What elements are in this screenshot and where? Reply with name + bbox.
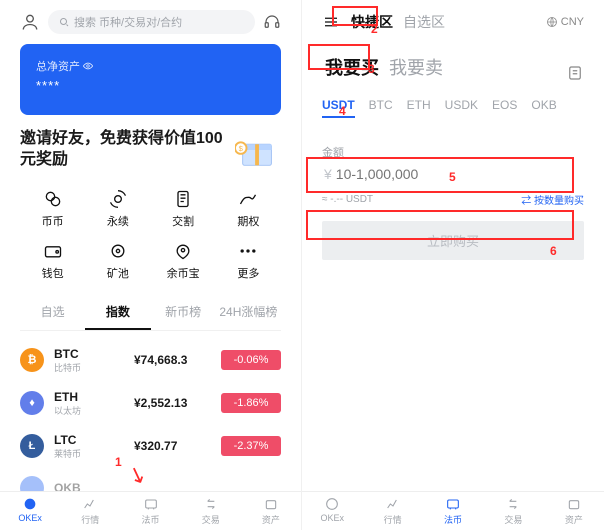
buy-now-button[interactable]: 立即购买 — [322, 221, 584, 260]
tab-index[interactable]: 指数 — [85, 295, 150, 330]
nav-okex[interactable]: OKEx — [302, 496, 362, 526]
left-topbar: 搜索 币种/交易对/合约 — [20, 10, 281, 34]
pct-badge: -2.37% — [221, 436, 281, 456]
tab-buy[interactable]: 我要买 — [322, 52, 382, 82]
eth-icon: ♦ — [20, 391, 44, 415]
nav-assets[interactable]: 资产 — [544, 496, 604, 526]
bottom-nav-left: OKEx 行情 法币 交易 资产 — [0, 491, 301, 530]
pct-badge: -1.86% — [221, 393, 281, 413]
ctab-eth[interactable]: ETH — [407, 98, 431, 118]
grid-perp[interactable]: 永续 — [85, 183, 150, 235]
nav-market[interactable]: 行情 — [60, 496, 120, 526]
buy-by-qty-link[interactable]: ⇄ 按数量购买 — [521, 192, 584, 207]
menu-icon[interactable] — [322, 13, 340, 31]
search-placeholder: 搜索 币种/交易对/合约 — [74, 14, 182, 30]
nav-fiat[interactable]: 法币 — [120, 496, 180, 526]
coin-row-eth[interactable]: ♦ ETH以太坊 ¥2,552.13 -1.86% — [20, 382, 281, 425]
grid-bibi[interactable]: 币币 — [20, 183, 85, 235]
nav-fiat[interactable]: 法币 — [423, 496, 483, 526]
conversion-text: ≈ -.-- USDT — [322, 194, 373, 205]
btc-icon: ₿ — [20, 348, 44, 372]
grid-earn[interactable]: 余币宝 — [151, 235, 216, 287]
ctab-usdt[interactable]: USDT — [322, 98, 355, 118]
ltc-icon: Ł — [20, 434, 44, 458]
nav-market[interactable]: 行情 — [362, 496, 422, 526]
ctab-usdk[interactable]: USDK — [445, 98, 478, 118]
nav-trade[interactable]: 交易 — [181, 496, 241, 526]
grid-wallet[interactable]: 钱包 — [20, 235, 85, 287]
grid-options[interactable]: 期权 — [216, 183, 281, 235]
orders-icon[interactable] — [566, 64, 584, 82]
nav-trade[interactable]: 交易 — [483, 496, 543, 526]
tab-sell[interactable]: 我要卖 — [386, 52, 446, 82]
market-tabs: 自选 指数 新币榜 24H涨幅榜 — [20, 295, 281, 331]
bottom-nav-right: OKEx 行情 法币 交易 资产 — [302, 491, 604, 530]
tab-fav[interactable]: 自选 — [20, 295, 85, 330]
nav-assets[interactable]: 资产 — [241, 496, 301, 526]
right-topbar: 快捷区 自选区 CNY — [322, 10, 584, 34]
amount-label: 金额 — [322, 144, 584, 160]
ctab-eos[interactable]: EOS — [492, 98, 517, 118]
nav-okex[interactable]: OKEx — [0, 496, 60, 526]
amount-field[interactable] — [336, 166, 582, 182]
tab-new[interactable]: 新币榜 — [151, 295, 216, 330]
coin-tabs: USDT BTC ETH USDK EOS OKB — [322, 98, 584, 118]
profile-icon[interactable] — [20, 12, 40, 32]
ctab-btc[interactable]: BTC — [369, 98, 393, 118]
coin-row-btc[interactable]: ₿ BTC比特币 ¥74,668.3 -0.06% — [20, 339, 281, 382]
invite-text: 邀请好友，免费获得价值100元奖励 — [20, 129, 225, 171]
feature-grid: 币币 永续 交割 期权 钱包 矿池 余币宝 更多 — [20, 183, 281, 287]
right-screen: 快捷区 自选区 CNY 我要买 我要卖 USDT BTC ETH USDK EO… — [302, 0, 604, 530]
grid-pool[interactable]: 矿池 — [85, 235, 150, 287]
eye-icon — [83, 61, 93, 71]
asset-label: 总净资产 — [36, 58, 80, 74]
grid-futures[interactable]: 交割 — [151, 183, 216, 235]
svg-text:$: $ — [239, 144, 244, 153]
amount-block: 金额 ¥ ≈ -.-- USDT ⇄ 按数量购买 — [322, 144, 584, 207]
coin-row-ltc[interactable]: Ł LTC莱特币 ¥320.77 -2.37% — [20, 425, 281, 468]
asset-value: **** — [36, 78, 265, 93]
pct-badge: -0.06% — [221, 350, 281, 370]
coin-list: ₿ BTC比特币 ¥74,668.3 -0.06% ♦ ETH以太坊 ¥2,55… — [20, 339, 281, 508]
tab-custom[interactable]: 自选区 — [400, 10, 448, 34]
tab-24h[interactable]: 24H涨幅榜 — [216, 295, 281, 330]
left-screen: 搜索 币种/交易对/合约 总净资产 **** 邀请好友，免费获得价值100元奖励… — [0, 0, 302, 530]
asset-card[interactable]: 总净资产 **** — [20, 44, 281, 115]
grid-more[interactable]: 更多 — [216, 235, 281, 287]
invite-banner[interactable]: 邀请好友，免费获得价值100元奖励 $ — [20, 129, 281, 171]
amount-input[interactable]: ¥ — [322, 166, 584, 182]
tab-quick[interactable]: 快捷区 — [348, 10, 396, 34]
ctab-okb[interactable]: OKB — [531, 98, 556, 118]
headset-icon[interactable] — [263, 13, 281, 31]
currency-switch[interactable]: CNY — [546, 16, 584, 28]
search-input[interactable]: 搜索 币种/交易对/合约 — [48, 10, 255, 34]
buy-sell-tabs: 我要买 我要卖 — [322, 52, 584, 82]
gift-icon: $ — [235, 130, 281, 170]
globe-icon — [546, 16, 558, 28]
